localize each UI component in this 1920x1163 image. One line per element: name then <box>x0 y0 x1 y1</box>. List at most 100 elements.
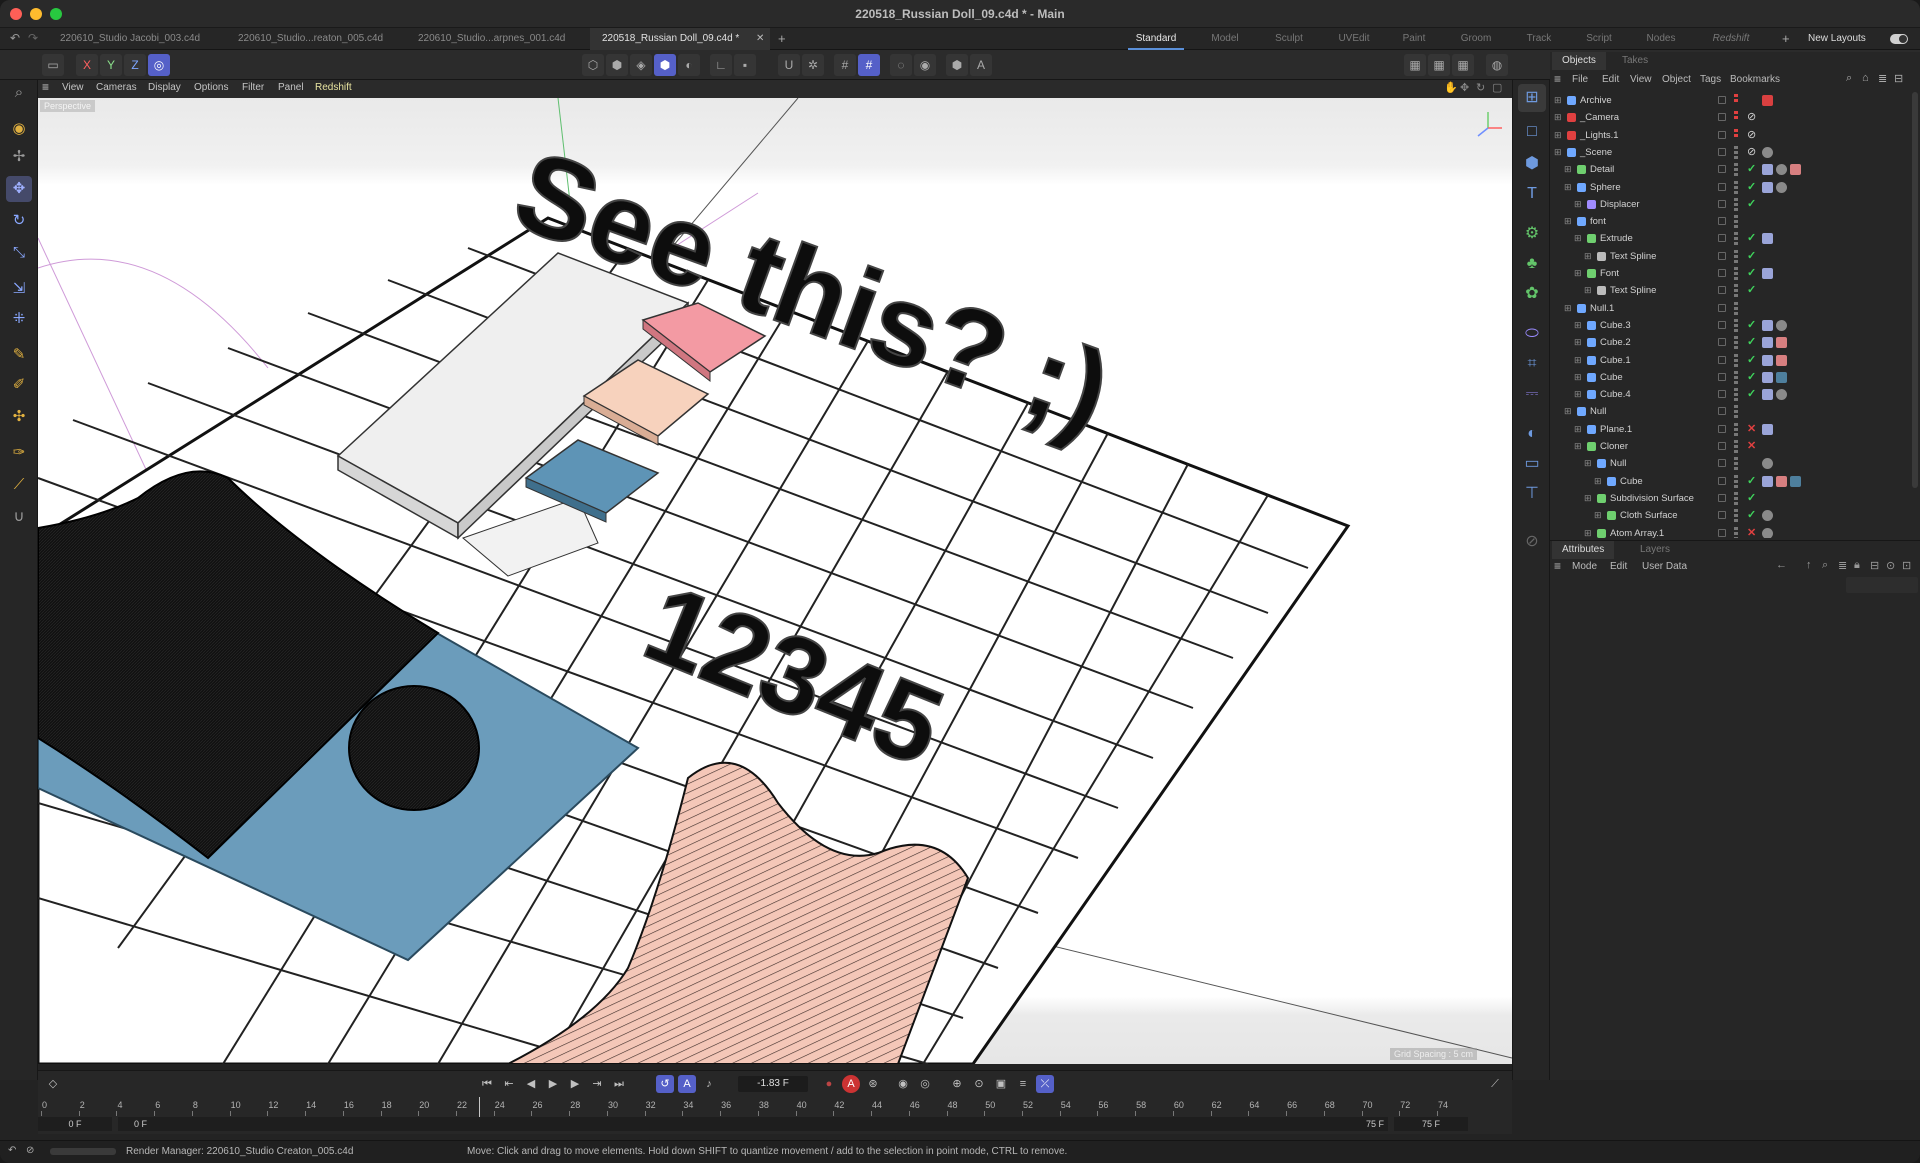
object-row[interactable]: ⊞ Font ✓ <box>1550 265 1910 282</box>
visibility-dots-icon[interactable] <box>1734 301 1738 315</box>
phong-tag-icon[interactable] <box>1762 389 1773 401</box>
spline-tools-icon[interactable]: ✣ <box>6 404 32 430</box>
settings-icon[interactable]: ⊙ <box>1886 559 1895 572</box>
gray-tag-icon[interactable] <box>1762 527 1773 538</box>
expand-toggle-icon[interactable]: ⊞ <box>1554 144 1562 161</box>
objects-more-icon[interactable]: ⊟ <box>1894 72 1903 85</box>
visibility-dots-icon[interactable] <box>1734 145 1738 159</box>
layer-checkbox[interactable] <box>1718 511 1726 520</box>
layer-checkbox[interactable] <box>1718 493 1726 502</box>
enabled-check-icon[interactable]: ✓ <box>1747 386 1756 403</box>
object-row[interactable]: ⊞ Cube ✓ <box>1550 369 1910 386</box>
object-row[interactable]: ⊞ _Camera ⊘ <box>1550 109 1910 126</box>
layer-checkbox[interactable] <box>1718 390 1726 399</box>
layout-track[interactable]: Track <box>1510 28 1568 50</box>
visibility-dots-icon[interactable] <box>1734 111 1738 125</box>
up-arrow-icon[interactable]: ↑ <box>1806 559 1812 571</box>
layout-sculpt[interactable]: Sculpt <box>1260 28 1318 50</box>
enabled-check-icon[interactable]: ✓ <box>1747 230 1756 247</box>
visibility-dots-icon[interactable] <box>1734 405 1738 419</box>
snap-settings-icon[interactable]: ✲ <box>802 54 824 76</box>
layer-checkbox[interactable] <box>1718 338 1726 347</box>
cloner-icon[interactable]: ✿ <box>1518 280 1546 308</box>
visibility-dots-icon[interactable] <box>1734 232 1738 246</box>
pink-tag-icon[interactable] <box>1776 475 1787 487</box>
objects-menu-view[interactable]: View <box>1630 74 1652 85</box>
expand-toggle-icon[interactable]: ⊞ <box>1574 196 1582 213</box>
expand-toggle-icon[interactable]: ⊞ <box>1594 473 1602 490</box>
expand-toggle-icon[interactable]: ⊞ <box>1594 507 1602 524</box>
attributes-menu-mode[interactable]: Mode <box>1572 561 1597 572</box>
render-picture-viewer-icon[interactable]: ▦ <box>1428 54 1450 76</box>
phong-tag-icon[interactable] <box>1762 475 1773 487</box>
tab-objects[interactable]: Objects <box>1552 52 1606 70</box>
visibility-dots-icon[interactable] <box>1734 440 1738 453</box>
spline-icon[interactable]: ⎓ <box>1518 380 1546 408</box>
object-row[interactable]: ⊞ Plane.1 ✕ <box>1550 421 1910 438</box>
expand-toggle-icon[interactable]: ⊞ <box>1574 386 1582 403</box>
layer-checkbox[interactable] <box>1718 269 1726 277</box>
object-row[interactable]: ⊞ Text Spline ✓ <box>1550 248 1910 265</box>
object-row[interactable]: ⊞ Cube.3 ✓ <box>1550 317 1910 334</box>
selection-tool-icon[interactable]: ✢ <box>6 144 32 170</box>
layer-checkbox[interactable] <box>1718 182 1726 191</box>
enabled-check-icon[interactable]: ✓ <box>1747 196 1756 213</box>
expand-toggle-icon[interactable]: ⊞ <box>1554 109 1562 126</box>
layout-groom[interactable]: Groom <box>1447 28 1505 50</box>
visibility-dots-icon[interactable] <box>1734 197 1738 211</box>
layer-checkbox[interactable] <box>1718 96 1726 104</box>
attributes-menu-edit[interactable]: Edit <box>1610 561 1627 572</box>
object-row[interactable]: ⊞ Archive <box>1550 92 1910 109</box>
placement-tool-icon[interactable]: ⁜ <box>6 306 32 332</box>
expand-toggle-icon[interactable]: ⊞ <box>1554 127 1562 144</box>
visibility-dots-icon[interactable] <box>1734 94 1738 107</box>
home-icon[interactable]: ⌂ <box>1862 72 1869 84</box>
viewport-menu-panel[interactable]: Panel <box>278 82 304 93</box>
layout-nodes[interactable]: Nodes <box>1632 28 1690 50</box>
forbidden-icon[interactable]: ⊘ <box>1747 109 1756 126</box>
axis-x-button[interactable]: X <box>76 54 98 76</box>
object-row[interactable]: ⊞ Subdivision Surface ✓ <box>1550 490 1910 507</box>
viewport-menu-options[interactable]: Options <box>194 82 228 93</box>
object-row[interactable]: ⊞ Cube.2 ✓ <box>1550 334 1910 351</box>
dynamics-icon[interactable]: A <box>970 54 992 76</box>
layout-paint[interactable]: Paint <box>1385 28 1443 50</box>
visibility-dots-icon[interactable] <box>1734 215 1738 229</box>
orbit-view-icon[interactable]: ↻ <box>1476 81 1485 94</box>
axis-z-button[interactable]: Z <box>124 54 146 76</box>
expand-toggle-icon[interactable]: ⊞ <box>1574 438 1582 455</box>
preview-range-bar[interactable]: 0 F 75 F <box>118 1117 1388 1131</box>
lock-icon[interactable]: 🔒︎ <box>1854 559 1860 572</box>
expand-toggle-icon[interactable]: ⊞ <box>1564 403 1572 420</box>
expand-toggle-icon[interactable]: ⊞ <box>1574 230 1582 247</box>
object-row[interactable]: ⊞ Null.1 <box>1550 300 1910 317</box>
objects-manager-icon[interactable]: ⊞ <box>1518 84 1546 112</box>
gray-tag-icon[interactable] <box>1776 164 1787 176</box>
object-row[interactable]: ⊞ Atom Array.1 ✕ <box>1550 525 1910 539</box>
object-list[interactable]: ⊞ Archive ⊞ _Camera ⊘ ⊞ _Lights.1 ⊘ ⊞ _Scene ⊘ ⊞ Det… <box>1550 92 1910 538</box>
magnet-tool-icon[interactable]: ∪ <box>6 504 32 530</box>
attributes-menu-user-data[interactable]: User Data <box>1642 561 1687 572</box>
layer-checkbox[interactable] <box>1718 234 1726 243</box>
field-icon[interactable]: ⌗ <box>1518 350 1546 378</box>
enabled-check-icon[interactable]: ✓ <box>1747 282 1756 299</box>
tweak-mode-icon[interactable]: ▪ <box>734 54 756 76</box>
expand-toggle-icon[interactable]: ⊞ <box>1584 525 1592 539</box>
move-view-icon[interactable]: ✥ <box>1460 81 1469 94</box>
attributes-more-icon[interactable]: ⊡ <box>1902 559 1911 572</box>
viewport-menu-filter[interactable]: Filter <box>242 82 264 93</box>
expand-toggle-icon[interactable]: ⊞ <box>1574 334 1582 351</box>
pin-tag-icon[interactable] <box>1762 95 1773 106</box>
visibility-dots-icon[interactable] <box>1734 474 1738 488</box>
enabled-check-icon[interactable]: ✓ <box>1747 248 1756 265</box>
rotate-tool-icon[interactable]: ↻ <box>6 208 32 234</box>
disabled-cross-icon[interactable]: ✕ <box>1747 421 1756 438</box>
object-row[interactable]: ⊞ Null <box>1550 403 1910 420</box>
objects-menu-edit[interactable]: Edit <box>1602 74 1619 85</box>
expand-toggle-icon[interactable]: ⊞ <box>1584 282 1592 299</box>
deformer-icon[interactable]: ⬭ <box>1518 320 1546 348</box>
pen-tool-icon[interactable]: ✎ <box>6 342 32 368</box>
expand-toggle-icon[interactable]: ⊞ <box>1564 300 1572 317</box>
3d-viewport[interactable]: See this? ;) 12345 Perspective Grid Spac… <box>38 98 1512 1064</box>
layer-checkbox[interactable] <box>1718 407 1726 416</box>
